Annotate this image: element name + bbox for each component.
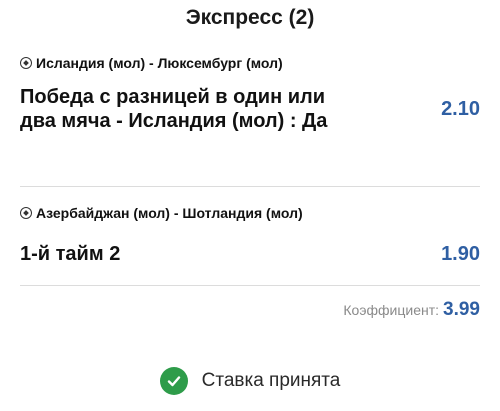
selection-row: 1-й тайм 2 1.90 bbox=[20, 242, 480, 266]
status-text: Ставка принята bbox=[201, 370, 341, 391]
coefficient-label: Коэффициент: bbox=[343, 302, 440, 318]
selection-row: Победа с разницей в один или два мяча - … bbox=[20, 85, 480, 133]
match-row: Азербайджан (мол) - Шотландия (мол) bbox=[20, 205, 480, 221]
match-name: Азербайджан (мол) - Шотландия (мол) bbox=[36, 205, 303, 221]
total-coefficient: Коэффициент: 3.99 bbox=[343, 299, 480, 321]
match-name: Исландия (мол) - Люксембург (мол) bbox=[36, 55, 283, 71]
bet-status: Ставка принята bbox=[0, 367, 500, 395]
selection-label: 1-й тайм 2 bbox=[20, 243, 121, 265]
match-row: Исландия (мол) - Люксембург (мол) bbox=[20, 55, 480, 71]
selection-label: Победа с разницей в один или два мяча - … bbox=[20, 86, 328, 132]
divider bbox=[20, 186, 480, 187]
soccer-ball-icon bbox=[20, 57, 32, 69]
page-title: Экспресс (2) bbox=[185, 6, 315, 29]
odd-value: 2.10 bbox=[441, 97, 480, 120]
soccer-ball-icon bbox=[20, 207, 32, 219]
bet-item: Исландия (мол) - Люксембург (мол) Победа… bbox=[20, 55, 480, 133]
divider bbox=[20, 285, 480, 286]
odd-value: 1.90 bbox=[441, 242, 480, 265]
check-circle-icon bbox=[159, 367, 188, 395]
coefficient-value: 3.99 bbox=[443, 299, 480, 320]
bet-item: Азербайджан (мол) - Шотландия (мол) 1-й … bbox=[20, 205, 480, 266]
